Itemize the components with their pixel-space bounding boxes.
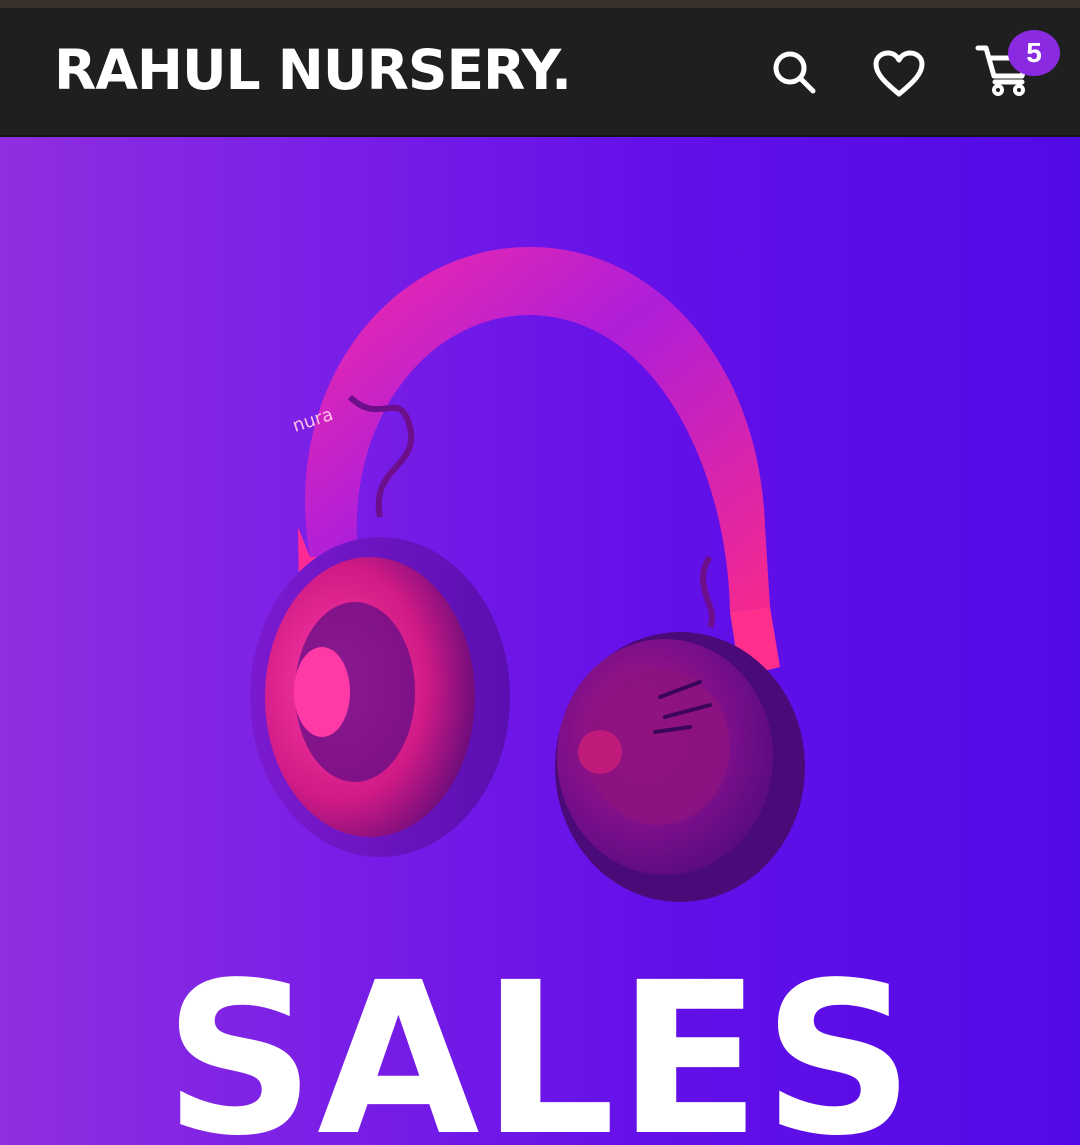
sales-headline: SALES — [163, 937, 917, 1145]
sales-banner[interactable]: nura SALES — [0, 137, 1080, 1145]
headphones-product-image: nura — [250, 247, 805, 902]
heart-icon — [873, 50, 925, 97]
wishlist-button[interactable] — [870, 46, 928, 102]
site-header: RAHUL NURSERY. 5 — [0, 8, 1080, 137]
search-button[interactable] — [766, 44, 822, 100]
search-icon — [773, 51, 816, 94]
cart-count-badge: 5 — [1008, 30, 1060, 76]
brand-logo[interactable]: RAHUL NURSERY. — [54, 38, 572, 102]
window-top-edge — [0, 0, 1080, 8]
